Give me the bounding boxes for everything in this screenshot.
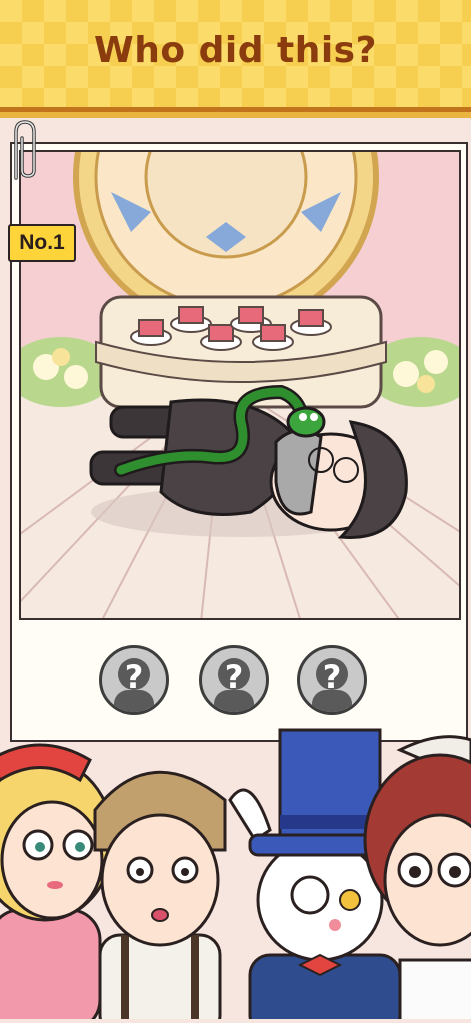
suspect-slot-1[interactable]: ? (99, 645, 169, 715)
header-bar: Who did this? (0, 0, 471, 112)
suspect-slot-2[interactable]: ? (199, 645, 269, 715)
crime-scene-image (19, 150, 461, 620)
header-divider (0, 112, 471, 118)
paper-clip-icon (4, 118, 44, 188)
question-mark-icon: ? (322, 658, 342, 696)
dessert-table (95, 295, 387, 409)
suspect-slot-3[interactable]: ? (297, 645, 367, 715)
level-tag: No.1 (8, 224, 76, 262)
suspect-man-brown-hair (93, 770, 227, 1023)
page-title: Who did this? (93, 30, 377, 71)
question-mark-icon: ? (124, 658, 144, 696)
crime-scene-illustration (21, 152, 459, 618)
suspects-lineup (0, 720, 471, 1023)
suspect-woman-blonde (0, 743, 115, 1023)
question-mark-icon: ? (224, 658, 244, 696)
